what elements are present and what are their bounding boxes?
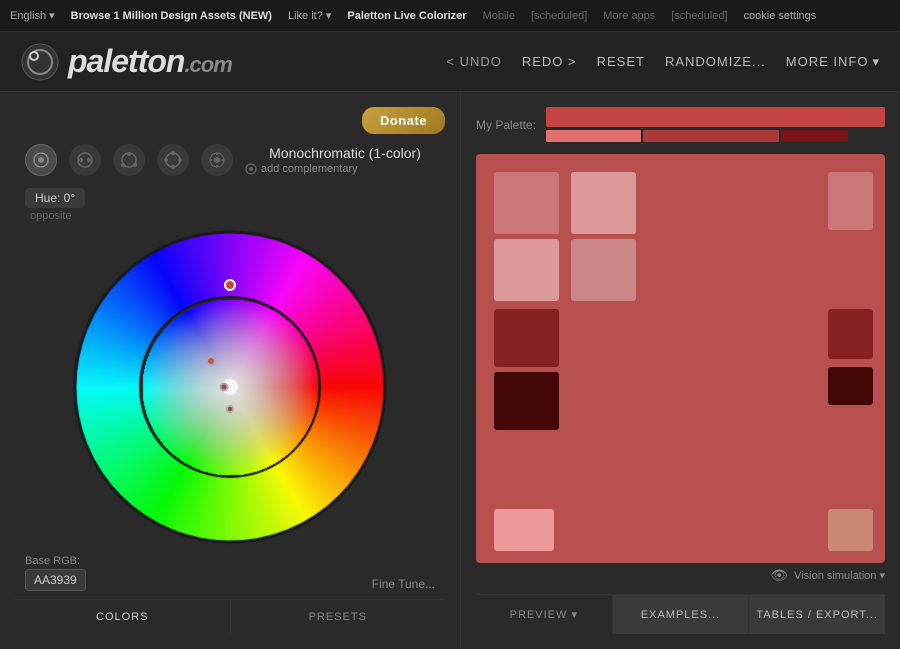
wheel-marker-3[interactable] (219, 383, 228, 392)
mode-selector-row: Monochromatic (1-color) add complementar… (15, 144, 445, 176)
eye-icon: 👁 (770, 567, 788, 584)
palette-bar-area (546, 107, 885, 142)
main-area: Donate (0, 92, 900, 649)
tab-presets[interactable]: PRESETS (231, 600, 446, 634)
color-preview-area (476, 154, 885, 563)
tab-preview[interactable]: PREVIEW ▾ (476, 595, 613, 634)
more-info-button[interactable]: MORE INFO ▾ (786, 54, 880, 70)
mobile-link[interactable]: Mobile (483, 10, 515, 22)
color-wheel[interactable] (70, 227, 390, 547)
tab-tables-export[interactable]: TABLES / EXPORT... (749, 595, 885, 634)
left-panel: Donate (0, 92, 460, 649)
palette-swatch-3 (781, 130, 849, 142)
mode-tetradic[interactable] (157, 144, 189, 176)
base-rgb-area: Base RGB: AA3939 (25, 555, 86, 591)
header-navigation: < UNDO REDO > RESET RANDOMIZE... MORE IN… (446, 54, 880, 70)
palette-swatch-1 (546, 130, 641, 142)
color-wheel-container[interactable] (60, 227, 400, 547)
browse-link[interactable]: Browse 1 Million Design Assets (NEW) (71, 10, 272, 22)
swatch-col2-1[interactable] (571, 172, 636, 234)
redo-button[interactable]: REDO > (522, 54, 577, 69)
logo-text: paletton.com (68, 43, 232, 80)
language-selector[interactable]: English ▾ (10, 9, 55, 22)
base-rgb-value[interactable]: AA3939 (25, 569, 86, 591)
wheel-marker-1[interactable] (224, 279, 236, 291)
mode-label: Monochromatic (1-color) add complementar… (245, 145, 445, 175)
my-palette-label: My Palette: (476, 118, 536, 132)
base-rgb-label: Base RGB: (25, 555, 86, 567)
swatch-top-left-1[interactable] (494, 172, 559, 234)
palette-swatch-2 (643, 130, 779, 142)
vision-simulation-button[interactable]: Vision simulation ▾ (794, 569, 885, 582)
likeit-menu[interactable]: Like it? ▾ (288, 9, 331, 22)
left-tabs: COLORS PRESETS (15, 599, 445, 634)
swatch-right-top[interactable] (828, 172, 873, 230)
palette-row: My Palette: (476, 107, 885, 142)
swatch-mid-right-1[interactable] (828, 309, 873, 359)
donate-button[interactable]: Donate (362, 107, 445, 134)
tab-colors[interactable]: COLORS (15, 600, 231, 634)
tab-examples[interactable]: EXAMPLES... (613, 595, 750, 634)
fine-tune-button[interactable]: Fine Tune... (372, 577, 435, 591)
vision-simulation-row: 👁 Vision simulation ▾ (476, 567, 885, 584)
wheel-marker-4[interactable] (226, 405, 234, 413)
more-apps-link[interactable]: More apps (603, 10, 655, 22)
mode-triadic[interactable] (113, 144, 145, 176)
palette-bar-bottom (546, 130, 885, 142)
cookie-settings-link[interactable]: cookie settings (744, 10, 817, 22)
reset-button[interactable]: RESET (597, 54, 645, 69)
app-header: paletton.com < UNDO REDO > RESET RANDOMI… (0, 32, 900, 92)
swatch-mid-left-2[interactable] (494, 372, 559, 430)
swatch-bot-right[interactable] (828, 509, 873, 551)
mobile-tag: [scheduled] (531, 10, 587, 22)
left-bottom-bar: Base RGB: AA3939 Fine Tune... (15, 547, 445, 591)
opposite-label: opposite (25, 210, 445, 222)
more-apps-tag: [scheduled] (671, 10, 727, 22)
randomize-button[interactable]: RANDOMIZE... (665, 54, 766, 69)
top-navigation-bar: English ▾ Browse 1 Million Design Assets… (0, 0, 900, 32)
logo-icon (20, 42, 60, 82)
right-panel: My Palette: (460, 92, 900, 649)
swatch-bot-left[interactable] (494, 509, 554, 551)
undo-button[interactable]: < UNDO (446, 54, 501, 69)
swatch-mid-left-1[interactable] (494, 309, 559, 367)
color-wheel-canvas[interactable] (70, 227, 390, 547)
hue-display: Hue: 0° opposite (15, 188, 445, 222)
wheel-marker-2[interactable] (206, 356, 216, 366)
swatch-mid-right-2[interactable] (828, 367, 873, 405)
live-colorizer-link[interactable]: Paletton Live Colorizer (347, 10, 466, 22)
mode-name: Monochromatic (1-color) (245, 145, 445, 161)
logo: paletton.com (20, 42, 446, 82)
palette-bar-top (546, 107, 885, 127)
donate-area: Donate (15, 107, 445, 134)
hue-label: Hue: 0° (25, 188, 85, 208)
mode-adjacent[interactable] (69, 144, 101, 176)
right-tabs: PREVIEW ▾ EXAMPLES... TABLES / EXPORT... (476, 594, 885, 634)
swatch-top-left-2[interactable] (494, 239, 559, 301)
add-complementary-button[interactable]: add complementary (245, 163, 445, 175)
mode-monochromatic[interactable] (25, 144, 57, 176)
swatch-col2-2[interactable] (571, 239, 636, 301)
mode-settings[interactable] (201, 144, 233, 176)
